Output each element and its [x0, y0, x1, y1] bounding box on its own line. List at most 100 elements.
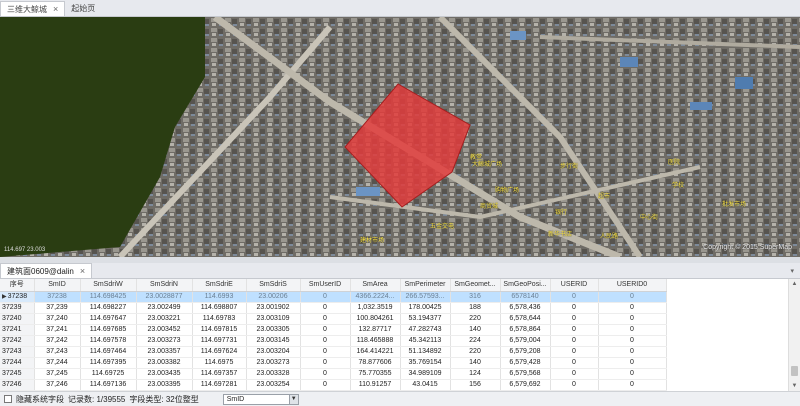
table-cell[interactable]: 6,578,644: [500, 313, 551, 325]
column-header[interactable]: SmSdriS: [246, 279, 301, 292]
table-cell[interactable]: 23.003382: [136, 357, 193, 369]
table-cell[interactable]: 0: [550, 368, 599, 380]
table-row[interactable]: 37242 37,242 114.697578 23.003273 114.697731…: [0, 335, 667, 347]
table-cell[interactable]: 6,579,004: [500, 335, 551, 347]
table-cell[interactable]: 6,579,428: [500, 357, 551, 369]
hide-system-fields-checkbox[interactable]: [4, 395, 12, 403]
table-cell[interactable]: 0: [550, 302, 599, 314]
table-cell[interactable]: 118.465888: [350, 335, 401, 347]
table-cell[interactable]: 0: [300, 302, 351, 314]
column-header[interactable]: SmUserID: [300, 279, 351, 292]
row-header[interactable]: 37242: [0, 335, 35, 347]
table-cell[interactable]: 0: [598, 324, 667, 336]
chevron-down-icon[interactable]: ▾: [790, 267, 794, 275]
table-cell[interactable]: 37,244: [34, 357, 81, 369]
close-icon[interactable]: ×: [80, 266, 85, 276]
table-cell[interactable]: 114.697731: [192, 335, 247, 347]
table-cell[interactable]: 140: [450, 357, 501, 369]
table-cell[interactable]: 6578140: [500, 291, 551, 303]
table-cell[interactable]: 37,243: [34, 346, 81, 358]
table-cell[interactable]: 114.697578: [80, 335, 137, 347]
column-header[interactable]: SmSdriE: [192, 279, 247, 292]
table-cell[interactable]: 23.003435: [136, 368, 193, 380]
column-header[interactable]: SmGeomet...: [450, 279, 501, 292]
table-cell[interactable]: 23.003273: [246, 357, 301, 369]
table-cell[interactable]: 23.0028877: [136, 291, 193, 303]
table-cell[interactable]: 0: [550, 324, 599, 336]
table-cell[interactable]: 114.697815: [192, 324, 247, 336]
table-cell[interactable]: 164.414221: [350, 346, 401, 358]
table-row[interactable]: 37239 37,239 114.698227 23.002499 114.698807…: [0, 302, 667, 314]
table-cell[interactable]: 78.877606: [350, 357, 401, 369]
table-cell[interactable]: 0: [598, 291, 667, 303]
table-cell[interactable]: 0: [550, 346, 599, 358]
table-cell[interactable]: 114.697685: [80, 324, 137, 336]
table-row[interactable]: 37245 37,245 114.69725 23.003435 114.697357 2…: [0, 368, 667, 380]
scroll-thumb[interactable]: [791, 366, 798, 376]
table-row[interactable]: ▶37238 37238 114.698425 23.0028877 114.6993 2…: [0, 291, 667, 303]
row-header[interactable]: 37243: [0, 346, 35, 358]
table-cell[interactable]: 4366.2224...: [350, 291, 401, 303]
table-cell[interactable]: 140: [450, 324, 501, 336]
scene-view[interactable]: 教堂 大鲸城广场 购物广场 商贸城 银行 超市 医院 学校 新华书店 建材市场 …: [0, 17, 800, 257]
column-header[interactable]: SmSdriN: [136, 279, 193, 292]
table-cell[interactable]: 6,579,692: [500, 379, 551, 391]
table-cell[interactable]: 37,242: [34, 335, 81, 347]
table-cell[interactable]: 114.698807: [192, 302, 247, 314]
column-header[interactable]: SmPerimeter: [400, 279, 451, 292]
table-row[interactable]: 37241 37,241 114.697685 23.003452 114.697815…: [0, 324, 667, 336]
table-cell[interactable]: 0: [300, 291, 351, 303]
column-header[interactable]: USERID0: [598, 279, 667, 292]
table-cell[interactable]: 47.282743: [400, 324, 451, 336]
table-cell[interactable]: 23.003273: [136, 335, 193, 347]
table-cell[interactable]: 23.003254: [246, 379, 301, 391]
table-cell[interactable]: 6,579,568: [500, 368, 551, 380]
table-row[interactable]: 37244 37,244 114.697395 23.003382 114.6975 23…: [0, 357, 667, 369]
table-cell[interactable]: 37238: [34, 291, 81, 303]
table-cell[interactable]: 0: [598, 379, 667, 391]
row-header[interactable]: 37246: [0, 379, 35, 391]
column-header[interactable]: SmID: [34, 279, 81, 292]
table-cell[interactable]: 114.6993: [192, 291, 247, 303]
chevron-down-icon[interactable]: ▼: [288, 394, 298, 404]
table-cell[interactable]: 1,032.3519: [350, 302, 401, 314]
table-row[interactable]: 37246 37,246 114.697136 23.003395 114.697281…: [0, 379, 667, 391]
table-cell[interactable]: 0: [300, 346, 351, 358]
table-cell[interactable]: 0: [550, 291, 599, 303]
table-cell[interactable]: 23.003305: [246, 324, 301, 336]
table-cell[interactable]: 23.003452: [136, 324, 193, 336]
table-cell[interactable]: 188: [450, 302, 501, 314]
column-header[interactable]: SmArea: [350, 279, 401, 292]
table-cell[interactable]: 23.003221: [136, 313, 193, 325]
table-cell[interactable]: 114.698425: [80, 291, 137, 303]
table-cell[interactable]: 132.87717: [350, 324, 401, 336]
table-cell[interactable]: 156: [450, 379, 501, 391]
row-header[interactable]: 37239: [0, 302, 35, 314]
table-cell[interactable]: 35.769154: [400, 357, 451, 369]
table-cell[interactable]: 220: [450, 346, 501, 358]
table-cell[interactable]: 23.003204: [246, 346, 301, 358]
table-cell[interactable]: 0: [598, 313, 667, 325]
table-cell[interactable]: 0: [300, 335, 351, 347]
table-cell[interactable]: 0: [300, 357, 351, 369]
table-cell[interactable]: 23.00206: [246, 291, 301, 303]
table-cell[interactable]: 114.697136: [80, 379, 137, 391]
table-cell[interactable]: 114.697647: [80, 313, 137, 325]
table-cell[interactable]: 266.57593...: [400, 291, 451, 303]
table-cell[interactable]: 23.002499: [136, 302, 193, 314]
table-cell[interactable]: 0: [598, 335, 667, 347]
table-cell[interactable]: 0: [550, 379, 599, 391]
table-cell[interactable]: 0: [598, 368, 667, 380]
row-header[interactable]: 37244: [0, 357, 35, 369]
table-cell[interactable]: 316: [450, 291, 501, 303]
table-cell[interactable]: 37,240: [34, 313, 81, 325]
column-header[interactable]: 序号: [0, 279, 35, 292]
tab-start-page[interactable]: 起始页: [65, 1, 101, 16]
table-cell[interactable]: 6,578,436: [500, 302, 551, 314]
row-header[interactable]: 37245: [0, 368, 35, 380]
table-cell[interactable]: 75.770355: [350, 368, 401, 380]
table-cell[interactable]: 0: [550, 335, 599, 347]
tab-3d-scene[interactable]: 三维大鲸城 ×: [0, 1, 66, 16]
table-cell[interactable]: 124: [450, 368, 501, 380]
table-cell[interactable]: 114.69783: [192, 313, 247, 325]
